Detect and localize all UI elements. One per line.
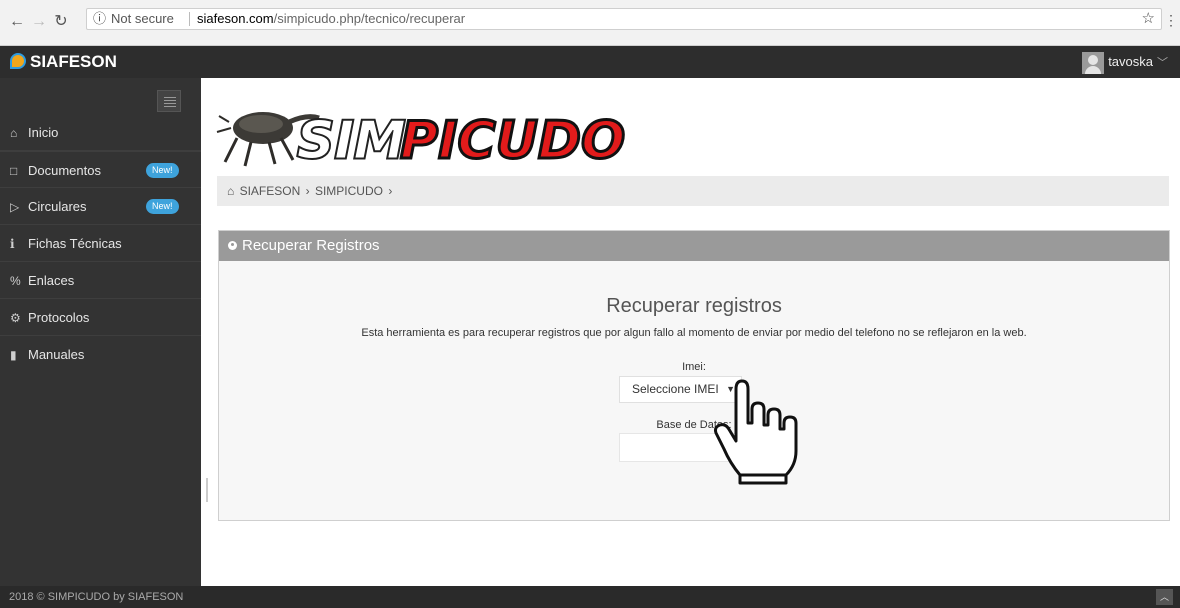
breadcrumb-item[interactable]: SIAFESON bbox=[240, 184, 301, 198]
sidebar-menu: ⌂ Inicio □ Documentos New! ▷ Circulares New… bbox=[0, 114, 201, 373]
username: tavoska bbox=[1108, 54, 1153, 69]
footer-text: 2018 © SIMPICUDO by SIAFESON bbox=[9, 591, 184, 603]
panel-header: Recuperar Registros bbox=[219, 231, 1169, 261]
url-text[interactable]: siafeson.com/simpicudo.php/tecnico/recup… bbox=[197, 9, 465, 29]
simpicudo-banner: SIM SIM PICUDO bbox=[215, 92, 645, 178]
breadcrumb: ⌂ SIAFESON › SIMPICUDO › bbox=[217, 176, 1169, 206]
scroll-top-button[interactable]: ︿ bbox=[1156, 589, 1173, 605]
banner-text-sim-fill: SIM bbox=[297, 111, 406, 171]
folder-icon: □ bbox=[10, 164, 18, 178]
chevron-down-icon: ﹀ bbox=[1157, 57, 1168, 69]
folder-open-icon: ▷ bbox=[10, 200, 20, 214]
address-divider bbox=[189, 12, 190, 26]
footer: 2018 © SIMPICUDO by SIAFESON ︿ bbox=[0, 586, 1180, 608]
home-icon[interactable]: ⌂ bbox=[227, 184, 234, 198]
url-path: /simpicudo.php/tecnico/recuperar bbox=[273, 11, 466, 26]
book-icon: ▮ bbox=[10, 348, 17, 362]
user-menu[interactable]: tavoska ﹀ bbox=[1082, 49, 1168, 75]
database-label: Base de Datos: bbox=[656, 419, 732, 431]
sidebar-item-fichas-tecnicas[interactable]: i Fichas Técnicas bbox=[0, 225, 201, 262]
sidebar-item-protocolos[interactable]: ⚙ Protocolos bbox=[0, 299, 201, 336]
url-host: siafeson.com bbox=[197, 11, 274, 26]
reload-icon[interactable]: ↻ bbox=[52, 13, 70, 31]
siafeson-logo-icon bbox=[10, 53, 26, 69]
sidebar-item-label: Manuales bbox=[28, 347, 85, 362]
bookmark-star-icon[interactable]: ☆ bbox=[1142, 9, 1155, 29]
sidebar: ⌂ Inicio □ Documentos New! ▷ Circulares New… bbox=[0, 78, 201, 586]
imei-label: Imei: bbox=[682, 361, 706, 373]
info-icon: i bbox=[10, 237, 15, 251]
breadcrumb-item[interactable]: SIMPICUDO bbox=[315, 184, 383, 198]
hand-pointer-cursor-icon bbox=[714, 379, 798, 485]
panel-title: Recuperar Registros bbox=[242, 237, 380, 254]
sidebar-item-label: Enlaces bbox=[28, 273, 75, 288]
new-badge: New! bbox=[146, 163, 179, 178]
brand-logo[interactable]: SIAFESON bbox=[10, 46, 117, 78]
imei-selected-value: Seleccione IMEI bbox=[632, 382, 719, 396]
brand-name: SIAFESON bbox=[30, 52, 117, 71]
new-badge: New! bbox=[146, 199, 179, 214]
weevil-logo-icon: SIM SIM PICUDO bbox=[216, 110, 627, 173]
breadcrumb-separator-icon: › bbox=[305, 184, 310, 198]
back-arrow-icon[interactable]: ← bbox=[8, 13, 26, 31]
sidebar-item-circulares[interactable]: ▷ Circulares New! bbox=[0, 188, 201, 225]
link-icon: % bbox=[10, 274, 21, 288]
circle-icon bbox=[228, 241, 237, 250]
avatar bbox=[1082, 51, 1105, 74]
banner-text-picudo: PICUDO bbox=[400, 111, 625, 171]
browser-chrome: ← → ↻ ⓘ Not secure siafeson.com/simpicud… bbox=[0, 0, 1180, 46]
sidebar-item-label: Fichas Técnicas bbox=[28, 236, 122, 251]
address-bar[interactable]: ⓘ Not secure siafeson.com/simpicudo.php/… bbox=[86, 8, 1162, 30]
sidebar-item-label: Inicio bbox=[28, 125, 59, 140]
app-topbar: SIAFESON tavoska ﹀ bbox=[0, 46, 1180, 78]
sidebar-item-documentos[interactable]: □ Documentos New! bbox=[0, 151, 201, 188]
sidebar-item-label: Protocolos bbox=[28, 310, 90, 325]
sidebar-item-label: Documentos bbox=[28, 163, 101, 178]
resize-handle[interactable] bbox=[206, 478, 208, 502]
security-label: Not secure bbox=[111, 11, 174, 26]
sidebar-item-inicio[interactable]: ⌂ Inicio bbox=[0, 114, 201, 151]
breadcrumb-separator-icon: › bbox=[388, 184, 393, 198]
main-content: SIM SIM PICUDO ⌂ SIAFESON › SIMPICUDO › … bbox=[201, 78, 1180, 586]
home-icon: ⌂ bbox=[10, 126, 18, 140]
sidebar-item-enlaces[interactable]: % Enlaces bbox=[0, 262, 201, 299]
form-description: Esta herramienta es para recuperar regis… bbox=[361, 327, 1027, 339]
sidebar-item-label: Circulares bbox=[28, 199, 87, 214]
gear-icon: ⚙ bbox=[10, 311, 21, 325]
sidebar-item-manuales[interactable]: ▮ Manuales bbox=[0, 336, 201, 373]
sidebar-toggle-button[interactable] bbox=[157, 90, 181, 112]
panel-body: Recuperar registros Esta herramienta es … bbox=[219, 261, 1169, 520]
recover-panel: Recuperar Registros Recuperar registros … bbox=[218, 230, 1170, 521]
forward-arrow-icon[interactable]: → bbox=[30, 13, 48, 31]
browser-menu-icon[interactable]: ⋮ bbox=[1164, 12, 1178, 29]
info-icon[interactable]: ⓘ bbox=[93, 9, 106, 29]
form-title: Recuperar registros bbox=[606, 295, 782, 317]
